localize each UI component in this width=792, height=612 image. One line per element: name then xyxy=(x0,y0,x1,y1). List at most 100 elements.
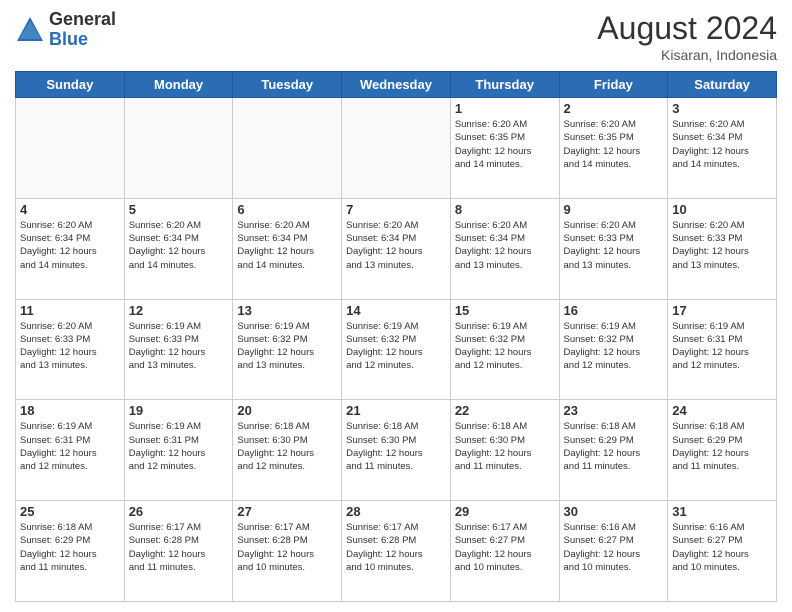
day-number: 1 xyxy=(455,101,555,116)
day-number: 22 xyxy=(455,403,555,418)
calendar-cell: 15 Sunrise: 6:19 AM Sunset: 6:32 PM Dayli… xyxy=(450,299,559,400)
calendar-week-1: 1 Sunrise: 6:20 AM Sunset: 6:35 PM Daylig… xyxy=(16,98,777,199)
calendar-cell xyxy=(16,98,125,199)
day-number: 25 xyxy=(20,504,120,519)
calendar-cell: 13Sunrise: 6:19 AM Sunset: 6:32 PM Dayli… xyxy=(233,299,342,400)
calendar-cell: 30 Sunrise: 6:16 AM Sunset: 6:27 PM Dayli… xyxy=(559,501,668,602)
day-info: Sunrise: 6:19 AM Sunset: 6:32 PM Dayligh… xyxy=(346,320,446,373)
day-info: Sunrise: 6:20 AM Sunset: 6:34 PM Dayligh… xyxy=(237,219,337,272)
day-number: 10 xyxy=(672,202,772,217)
day-info: Sunrise: 6:19 AM Sunset: 6:31 PM Dayligh… xyxy=(672,320,772,373)
calendar-cell: 6 Sunrise: 6:20 AM Sunset: 6:34 PM Daylig… xyxy=(233,198,342,299)
day-number: 18 xyxy=(20,403,120,418)
day-number: 6 xyxy=(237,202,337,217)
day-number: 9 xyxy=(564,202,664,217)
day-info: Sunrise: 6:20 AM Sunset: 6:34 PM Dayligh… xyxy=(129,219,229,272)
day-number: 27 xyxy=(237,504,337,519)
day-info: Sunrise: 6:18 AM Sunset: 6:30 PM Dayligh… xyxy=(346,420,446,473)
day-info: Sunrise: 6:17 AM Sunset: 6:28 PM Dayligh… xyxy=(237,521,337,574)
day-header-tuesday: Tuesday xyxy=(233,72,342,98)
calendar-header-row: SundayMondayTuesdayWednesdayThursdayFrid… xyxy=(16,72,777,98)
calendar-cell: 31Sunrise: 6:16 AM Sunset: 6:27 PM Dayli… xyxy=(668,501,777,602)
day-info: Sunrise: 6:18 AM Sunset: 6:30 PM Dayligh… xyxy=(237,420,337,473)
calendar-week-3: 11 Sunrise: 6:20 AM Sunset: 6:33 PM Dayli… xyxy=(16,299,777,400)
day-info: Sunrise: 6:17 AM Sunset: 6:28 PM Dayligh… xyxy=(129,521,229,574)
calendar-cell: 10 Sunrise: 6:20 AM Sunset: 6:33 PM Dayli… xyxy=(668,198,777,299)
day-info: Sunrise: 6:16 AM Sunset: 6:27 PM Dayligh… xyxy=(564,521,664,574)
calendar-cell: 26Sunrise: 6:17 AM Sunset: 6:28 PM Dayli… xyxy=(124,501,233,602)
day-info: Sunrise: 6:20 AM Sunset: 6:33 PM Dayligh… xyxy=(672,219,772,272)
day-number: 5 xyxy=(129,202,229,217)
calendar-cell: 21 Sunrise: 6:18 AM Sunset: 6:30 PM Dayli… xyxy=(342,400,451,501)
calendar-cell: 3 Sunrise: 6:20 AM Sunset: 6:34 PM Daylig… xyxy=(668,98,777,199)
day-number: 20 xyxy=(237,403,337,418)
day-info: Sunrise: 6:17 AM Sunset: 6:28 PM Dayligh… xyxy=(346,521,446,574)
calendar-cell: 14 Sunrise: 6:19 AM Sunset: 6:32 PM Dayli… xyxy=(342,299,451,400)
day-info: Sunrise: 6:18 AM Sunset: 6:29 PM Dayligh… xyxy=(20,521,120,574)
location: Kisaran, Indonesia xyxy=(597,47,777,63)
logo: General Blue xyxy=(15,10,116,50)
logo-blue-text: Blue xyxy=(49,29,88,49)
day-info: Sunrise: 6:20 AM Sunset: 6:33 PM Dayligh… xyxy=(20,320,120,373)
day-number: 16 xyxy=(564,303,664,318)
calendar-cell: 29Sunrise: 6:17 AM Sunset: 6:27 PM Dayli… xyxy=(450,501,559,602)
calendar-cell: 16 Sunrise: 6:19 AM Sunset: 6:32 PM Dayli… xyxy=(559,299,668,400)
day-info: Sunrise: 6:17 AM Sunset: 6:27 PM Dayligh… xyxy=(455,521,555,574)
day-number: 24 xyxy=(672,403,772,418)
day-number: 30 xyxy=(564,504,664,519)
day-info: Sunrise: 6:20 AM Sunset: 6:34 PM Dayligh… xyxy=(672,118,772,171)
day-number: 14 xyxy=(346,303,446,318)
calendar-cell: 2Sunrise: 6:20 AM Sunset: 6:35 PM Daylig… xyxy=(559,98,668,199)
calendar-cell: 7 Sunrise: 6:20 AM Sunset: 6:34 PM Daylig… xyxy=(342,198,451,299)
day-number: 15 xyxy=(455,303,555,318)
calendar-cell xyxy=(233,98,342,199)
day-number: 17 xyxy=(672,303,772,318)
calendar-cell xyxy=(342,98,451,199)
header: General Blue August 2024 Kisaran, Indone… xyxy=(15,10,777,63)
day-info: Sunrise: 6:19 AM Sunset: 6:31 PM Dayligh… xyxy=(20,420,120,473)
day-number: 7 xyxy=(346,202,446,217)
day-number: 23 xyxy=(564,403,664,418)
calendar-cell xyxy=(124,98,233,199)
day-number: 19 xyxy=(129,403,229,418)
day-info: Sunrise: 6:18 AM Sunset: 6:30 PM Dayligh… xyxy=(455,420,555,473)
calendar-cell: 27 Sunrise: 6:17 AM Sunset: 6:28 PM Dayli… xyxy=(233,501,342,602)
day-info: Sunrise: 6:20 AM Sunset: 6:34 PM Dayligh… xyxy=(20,219,120,272)
calendar-cell: 9Sunrise: 6:20 AM Sunset: 6:33 PM Daylig… xyxy=(559,198,668,299)
day-info: Sunrise: 6:20 AM Sunset: 6:34 PM Dayligh… xyxy=(455,219,555,272)
day-info: Sunrise: 6:18 AM Sunset: 6:29 PM Dayligh… xyxy=(564,420,664,473)
day-header-monday: Monday xyxy=(124,72,233,98)
day-info: Sunrise: 6:20 AM Sunset: 6:34 PM Dayligh… xyxy=(346,219,446,272)
day-info: Sunrise: 6:20 AM Sunset: 6:35 PM Dayligh… xyxy=(455,118,555,171)
calendar-week-2: 4 Sunrise: 6:20 AM Sunset: 6:34 PM Daylig… xyxy=(16,198,777,299)
logo-icon xyxy=(15,15,45,45)
day-info: Sunrise: 6:18 AM Sunset: 6:29 PM Dayligh… xyxy=(672,420,772,473)
title-block: August 2024 Kisaran, Indonesia xyxy=(597,10,777,63)
calendar-cell: 28 Sunrise: 6:17 AM Sunset: 6:28 PM Dayli… xyxy=(342,501,451,602)
calendar-cell: 22 Sunrise: 6:18 AM Sunset: 6:30 PM Dayli… xyxy=(450,400,559,501)
page: General Blue August 2024 Kisaran, Indone… xyxy=(0,0,792,612)
day-header-saturday: Saturday xyxy=(668,72,777,98)
day-header-thursday: Thursday xyxy=(450,72,559,98)
day-number: 28 xyxy=(346,504,446,519)
day-number: 4 xyxy=(20,202,120,217)
day-number: 11 xyxy=(20,303,120,318)
calendar-cell: 8Sunrise: 6:20 AM Sunset: 6:34 PM Daylig… xyxy=(450,198,559,299)
day-number: 13 xyxy=(237,303,337,318)
calendar-cell: 25 Sunrise: 6:18 AM Sunset: 6:29 PM Dayli… xyxy=(16,501,125,602)
day-number: 2 xyxy=(564,101,664,116)
day-info: Sunrise: 6:19 AM Sunset: 6:32 PM Dayligh… xyxy=(455,320,555,373)
day-info: Sunrise: 6:19 AM Sunset: 6:33 PM Dayligh… xyxy=(129,320,229,373)
day-header-wednesday: Wednesday xyxy=(342,72,451,98)
calendar-cell: 1 Sunrise: 6:20 AM Sunset: 6:35 PM Daylig… xyxy=(450,98,559,199)
calendar-cell: 12 Sunrise: 6:19 AM Sunset: 6:33 PM Dayli… xyxy=(124,299,233,400)
day-info: Sunrise: 6:19 AM Sunset: 6:32 PM Dayligh… xyxy=(564,320,664,373)
calendar-cell: 24 Sunrise: 6:18 AM Sunset: 6:29 PM Dayli… xyxy=(668,400,777,501)
calendar-cell: 5 Sunrise: 6:20 AM Sunset: 6:34 PM Daylig… xyxy=(124,198,233,299)
calendar-cell: 19Sunrise: 6:19 AM Sunset: 6:31 PM Dayli… xyxy=(124,400,233,501)
day-info: Sunrise: 6:16 AM Sunset: 6:27 PM Dayligh… xyxy=(672,521,772,574)
day-number: 12 xyxy=(129,303,229,318)
day-number: 3 xyxy=(672,101,772,116)
day-number: 21 xyxy=(346,403,446,418)
day-header-sunday: Sunday xyxy=(16,72,125,98)
